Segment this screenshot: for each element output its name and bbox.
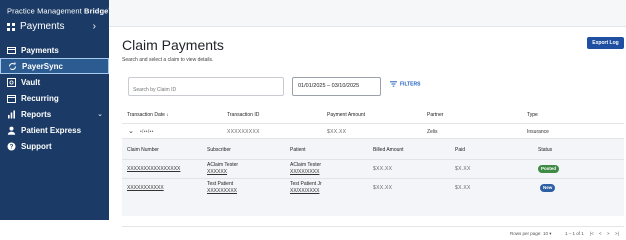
table-row: XXXXXXXXXXXXXXXX AClaim Tester XXXXXX AC… [122,159,624,177]
status-badge: Posted [538,165,560,173]
billed-amount: $XX.XX [373,185,393,191]
column-header-transaction-date[interactable]: Transaction Date ↓ [127,112,169,118]
brand-text-bold: Bridge [84,6,109,16]
transactions-header: Transaction Date ↓ Transaction ID Paymen… [122,109,624,121]
partner: Zelis [427,129,438,135]
claim-number-link[interactable]: XXXXXXXXXXX [127,185,164,191]
date-range-field[interactable]: 01/01/2025 – 03/10/2025 [292,77,381,96]
column-header-partner: Partner [427,112,444,118]
last-page-icon[interactable]: >| [615,231,619,236]
claims-header: Claim Number Subscriber Patient Billed A… [122,147,624,157]
patient-name: AClaim Tester [290,162,322,168]
top-bar [109,0,626,27]
subscriber-id: XXXXXX [207,169,228,175]
pagination-range: 1 – 1 of 1 [565,231,584,236]
export-log-button[interactable]: Export Log [587,37,624,49]
sidebar-item-label: Reports [21,110,52,119]
column-header-billed-amount: Billed Amount [373,147,404,153]
sidebar-item-label: Vault [21,78,41,87]
rows-per-page-value: 10 [543,231,549,236]
sidebar-item-recurring[interactable]: Recurring [0,91,109,107]
grid-icon [7,23,15,31]
sidebar-item-payersync[interactable]: PayerSync [0,58,109,74]
chevron-down-icon: ▾ [549,231,552,236]
payment-card-icon [7,47,16,54]
column-header-patient: Patient [290,147,306,153]
patient-dob: XX/XX/XXXX [290,169,320,175]
sidebar-item-support[interactable]: ? Support [0,139,109,155]
brand-logo: Practice Management Bridge® [7,6,111,16]
sidebar-item-label: Patient Express [21,126,82,135]
filters-button[interactable]: FILTERS [390,81,420,87]
brand-text-regular: Practice Management [7,6,82,16]
section-label: Payments [20,21,65,32]
column-header-transaction-id: Transaction ID [227,112,260,118]
filter-icon [390,81,397,87]
sidebar-item-patient-express[interactable]: Patient Express [0,123,109,139]
calendar-icon [7,95,16,103]
chevron-down-icon[interactable]: ⌄ [128,127,134,135]
filters-label: FILTERS [400,81,421,88]
subscriber-name: AClaim Tester [207,162,239,168]
column-header-type: Type [527,112,538,118]
table-row[interactable]: ⌄ •/••/•• XXXXXXXXX $XX.XX Zelis Insuran… [122,123,624,137]
page-subtitle: Search and select a claim to view detail… [122,57,214,63]
column-header-paid: Paid [455,147,466,153]
sidebar-item-label: PayerSync [22,62,63,71]
transaction-date: •/••/•• [140,129,154,135]
column-header-claim-number: Claim Number [127,147,159,153]
table-row: XXXXXXXXXXX Test Patient XXXXXXXXX Test … [122,178,624,196]
payments-section-toggle[interactable]: Payments › [0,18,109,36]
main-content: Claim Payments Search and select a claim… [109,27,626,236]
sync-icon [9,62,16,70]
column-header-status: Status [538,147,553,153]
claim-number-link[interactable]: XXXXXXXXXXXXXXXX [127,166,180,172]
sidebar-item-payments[interactable]: Payments [0,43,109,59]
type: Insurance [527,129,549,135]
column-header-subscriber: Subscriber [207,147,231,153]
svg-text:?: ? [10,145,14,151]
subscriber-name: Test Patient [207,181,234,187]
patient-name: Test Patient Jr [290,181,322,187]
column-header-payment-amount: Payment Amount [327,112,366,118]
pagination: Rows per page: 10 ▾ 1 – 1 of 1 |< < > >| [122,226,624,238]
subscriber-id: XXXXXXXXX [207,188,238,194]
sidebar-item-label: Support [21,142,52,151]
claims-subtable: Claim Number Subscriber Patient Billed A… [122,138,624,216]
sidebar: Practice Management Bridge® Payments › P… [0,0,111,220]
sidebar-item-reports[interactable]: Reports ⌄ [0,107,109,123]
status-badge: New [540,184,556,192]
payment-amount: $XX.XX [327,129,347,135]
chevron-down-icon: ⌄ [97,111,103,118]
sidebar-item-label: Payments [21,46,59,55]
transaction-id: XXXXXXXXX [227,129,260,135]
rows-per-page-select[interactable]: 10 ▾ [543,231,552,237]
first-page-icon[interactable]: |< [590,231,594,236]
reports-icon [8,110,15,119]
sidebar-item-vault[interactable]: Vault [0,75,109,91]
next-page-icon[interactable]: > [607,231,610,236]
vault-icon [7,78,16,87]
claim-search [128,77,284,99]
sort-desc-icon: ↓ [166,112,169,118]
sidebar-item-label: Recurring [21,94,59,103]
column-header-label: Transaction Date [127,112,165,118]
paid-amount: $X.XX [455,166,471,172]
help-icon: ? [7,142,16,151]
chevron-right-icon: › [92,21,96,32]
rows-per-page-label: Rows per page: [510,231,542,236]
paid-amount: $X.XX [455,185,471,191]
patient-dob: XX/XX/XXXX [290,188,320,194]
billed-amount: $XX.XX [373,166,393,172]
claim-search-input[interactable] [129,81,283,99]
page-title: Claim Payments [122,37,224,53]
prev-page-icon[interactable]: < [599,231,602,236]
person-icon [7,126,16,135]
